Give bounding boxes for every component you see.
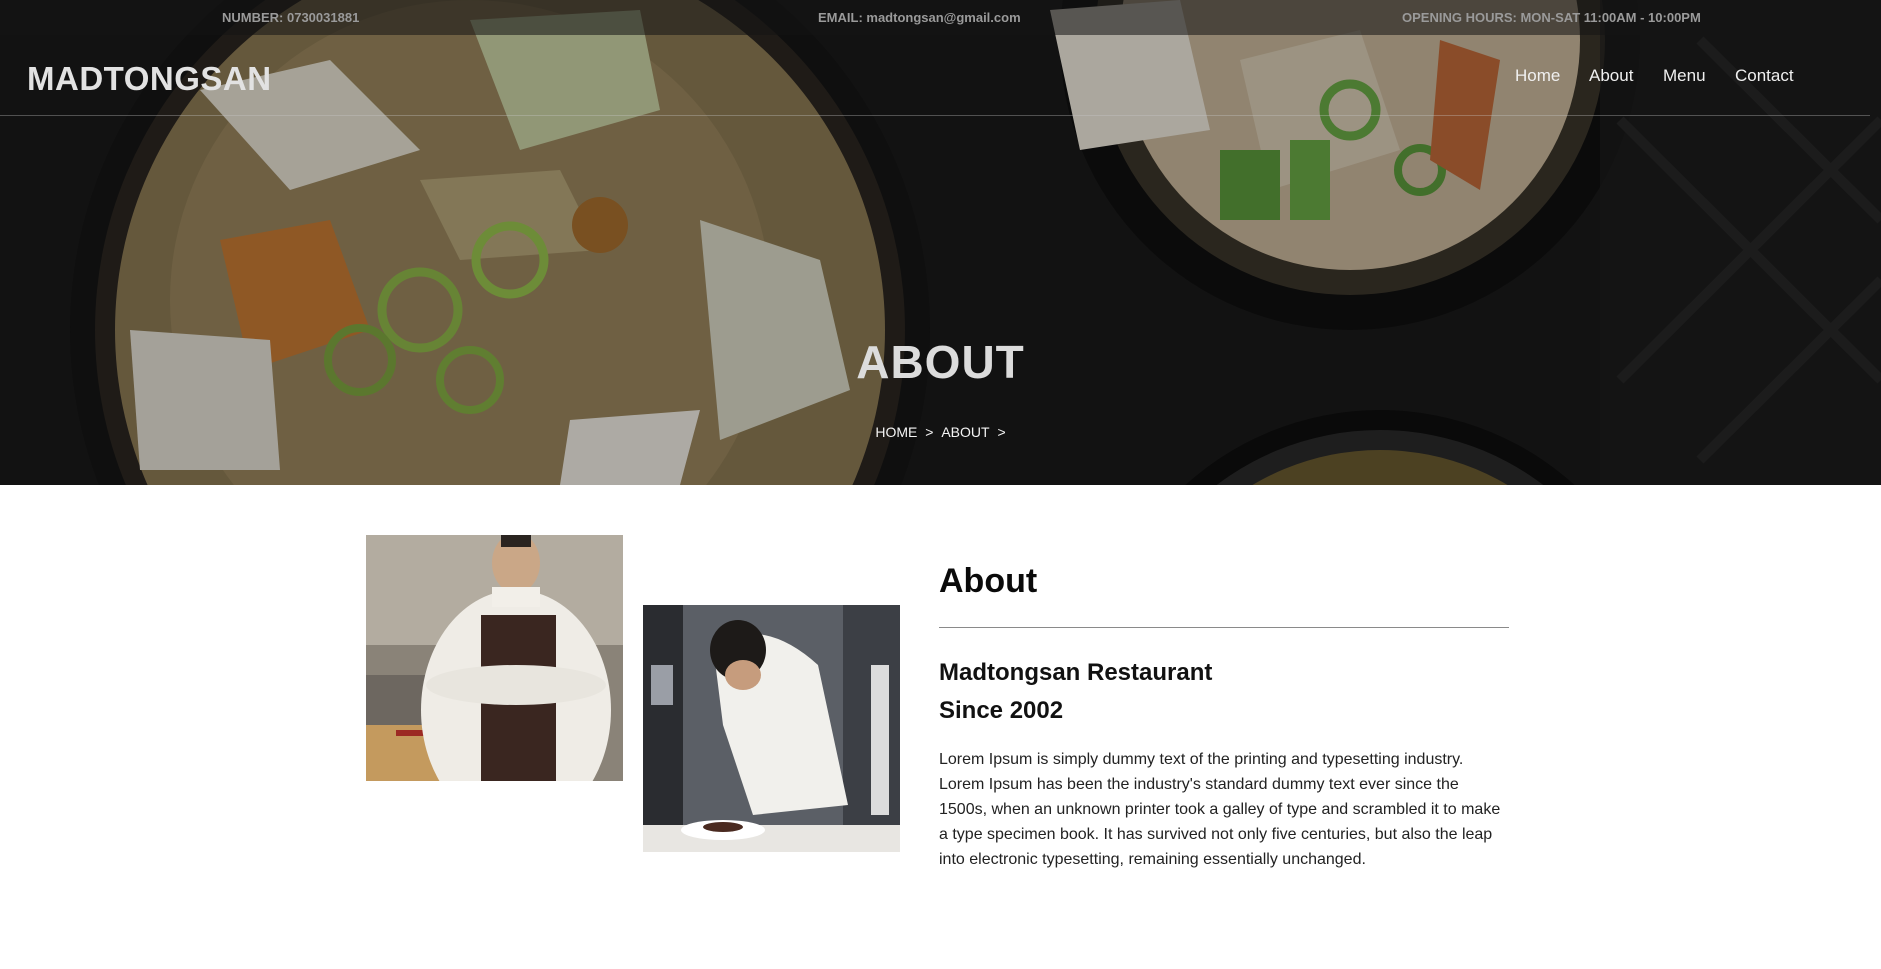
breadcrumb-separator: > xyxy=(997,424,1006,440)
restaurant-name: Madtongsan Restaurant xyxy=(939,659,1213,686)
page-title: ABOUT xyxy=(856,336,1025,388)
chef-photo-man xyxy=(366,535,623,781)
about-subtitle: Madtongsan Restaurant Since 2002 xyxy=(939,654,1212,730)
nav-home-link[interactable]: Home xyxy=(1515,66,1560,86)
about-heading: About xyxy=(939,562,1038,600)
opening-hours: OPENING HOURS: MON-SAT 11:00AM - 10:00PM xyxy=(1402,10,1701,25)
breadcrumb: HOME > ABOUT > xyxy=(0,424,1881,440)
contact-email: EMAIL: madtongsan@gmail.com xyxy=(818,10,1021,25)
hero-banner: NUMBER: 0730031881 EMAIL: madtongsan@gma… xyxy=(0,0,1881,485)
nav-about-link[interactable]: About xyxy=(1589,66,1633,86)
breadcrumb-home-link[interactable]: HOME xyxy=(875,424,917,440)
top-info-bar: NUMBER: 0730031881 EMAIL: madtongsan@gma… xyxy=(0,0,1881,35)
established-year: Since 2002 xyxy=(939,697,1064,724)
breadcrumb-separator: > xyxy=(925,424,934,440)
breadcrumb-about: ABOUT xyxy=(941,424,990,440)
site-logo[interactable]: MADTONGSAN xyxy=(27,60,272,98)
phone-number: NUMBER: 0730031881 xyxy=(222,10,360,25)
main-navbar: MADTONGSAN Home About Menu Contact xyxy=(0,35,1870,116)
nav-contact-link[interactable]: Contact xyxy=(1735,66,1794,86)
chef-photo-woman xyxy=(643,605,900,852)
nav-menu-link[interactable]: Menu xyxy=(1663,66,1706,86)
about-description: Lorem Ipsum is simply dummy text of the … xyxy=(939,751,1501,868)
section-divider xyxy=(939,627,1509,628)
